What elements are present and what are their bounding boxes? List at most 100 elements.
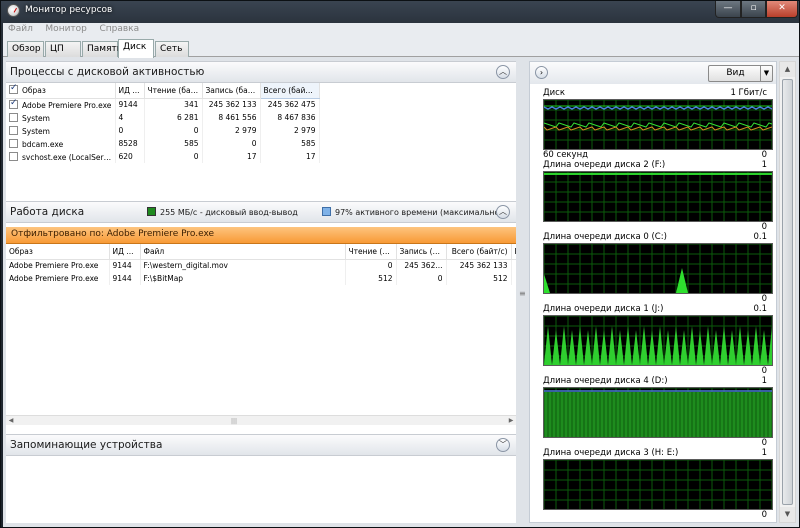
process-total-cell: 2 979	[260, 124, 320, 137]
process-read-cell: 6 281	[144, 111, 203, 124]
minimize-button[interactable]: —	[715, 1, 741, 18]
collapse-icon[interactable]: ︿	[496, 65, 510, 79]
col-priority-header[interactable]: П	[511, 244, 516, 260]
process-image-cell: bdcam.exe	[6, 137, 116, 150]
disk-activity-row[interactable]: Adobe Premiere Pro.exe 9144 F:\western_dig…	[6, 259, 516, 272]
col-read-header[interactable]: Чтение (байт...	[144, 83, 203, 99]
col-write-header[interactable]: Запись (ба...	[396, 244, 447, 260]
view-button[interactable]: Вид ▼	[708, 65, 773, 82]
process-write-cell: 2 979	[202, 124, 261, 137]
menu-file[interactable]: Файл	[3, 23, 38, 35]
graphs-toolbar: › Вид ▼	[530, 62, 776, 84]
menu-monitor[interactable]: Монитор	[40, 23, 91, 35]
active-time-legend: 97% активного времени (максимально)	[322, 207, 503, 217]
disk-read-cell: 512	[345, 272, 397, 285]
horizontal-scrollbar[interactable]: ◀ ||| ▶	[6, 415, 516, 425]
process-row[interactable]: svchost.exe (LocalServic... 620 0 17 17	[6, 150, 320, 163]
process-write-cell: 17	[202, 150, 261, 163]
col-read-header[interactable]: Чтение (бай...	[345, 244, 397, 260]
scroll-right-icon[interactable]: ▶	[506, 416, 516, 425]
maximize-button[interactable]: ▫	[741, 1, 766, 18]
graph-title: Длина очереди диска 4 (D:)	[543, 376, 668, 386]
graph-canvas	[543, 459, 773, 510]
process-checkbox[interactable]	[9, 125, 18, 135]
process-read-cell: 585	[144, 137, 203, 150]
graph-block: Длина очереди диска 1 (J:) 0.1 0	[530, 304, 776, 376]
resource-monitor-window: Монитор ресурсов — ▫ ✕ Файл Монитор Спра…	[0, 0, 800, 528]
col-write-header[interactable]: Запись (байт...	[202, 83, 261, 99]
tab-strip: Обзор ЦП Память Диск Сеть	[3, 38, 799, 58]
disk-file-cell: F:\$BitMap	[140, 272, 346, 285]
process-row[interactable]: bdcam.exe 8528 585 0 585	[6, 137, 320, 150]
col-pid-header[interactable]: ИД ...	[115, 83, 145, 99]
graph-canvas	[543, 99, 773, 150]
expand-icon[interactable]: ﹀	[496, 438, 510, 452]
disk-write-cell: 0	[396, 272, 447, 285]
panel-splitter[interactable]: ≡	[517, 61, 527, 523]
processes-section-header[interactable]: Процессы с дисковой активностью ︿	[6, 61, 516, 83]
tab-cpu[interactable]: ЦП	[45, 41, 81, 57]
graph-block: Длина очереди диска 3 (H: E:) 1 0	[530, 448, 776, 520]
disk-priority-cell	[511, 272, 516, 285]
col-image-header[interactable]: Образ	[6, 83, 116, 99]
process-total-cell: 8 467 836	[260, 111, 320, 124]
disk-activity-title: Работа диска	[10, 206, 85, 218]
disk-file-cell: F:\western_digital.mov	[140, 259, 346, 272]
disk-io-swatch	[147, 207, 156, 216]
processes-section-title: Процессы с дисковой активностью	[10, 66, 205, 78]
tab-disk[interactable]: Диск	[118, 39, 154, 58]
col-pid-header[interactable]: ИД ...	[109, 244, 141, 260]
graph-canvas	[543, 315, 773, 366]
disk-total-cell: 512	[446, 272, 512, 285]
graphs-panel: › Вид ▼ Диск 1 Гбит/с 60 секунд 0 Длина очер…	[529, 61, 777, 523]
processes-header-row: Образ ИД ... Чтение (байт... Запись (бай…	[6, 83, 320, 99]
disk-activity-section-header[interactable]: Работа диска 255 МБ/с - дисковый ввод-вы…	[6, 201, 516, 223]
scroll-down-icon[interactable]: ▼	[780, 507, 795, 522]
disk-pid-cell: 9144	[109, 272, 141, 285]
expand-panel-icon[interactable]: ›	[535, 66, 548, 79]
process-checkbox[interactable]	[9, 138, 18, 148]
disk-activity-row[interactable]: Adobe Premiere Pro.exe 9144 F:\$BitMap 512 0…	[6, 272, 516, 285]
graph-max-label: 1 Гбит/с	[730, 88, 767, 98]
disk-write-cell: 245 362...	[396, 259, 447, 272]
process-row[interactable]: System 4 6 281 8 461 556 8 467 836	[6, 111, 320, 124]
graph-title: Длина очереди диска 3 (H: E:)	[543, 448, 679, 458]
process-pid-cell: 8528	[115, 137, 145, 150]
menu-help[interactable]: Справка	[94, 23, 144, 35]
active-time-swatch	[322, 207, 331, 216]
process-row[interactable]: System 0 0 2 979 2 979	[6, 124, 320, 137]
graphs-vertical-scrollbar[interactable]: ▲ ▼	[779, 61, 796, 523]
resource-monitor-icon	[7, 4, 20, 17]
grip-icon: |||	[231, 418, 238, 425]
scroll-left-icon[interactable]: ◀	[6, 416, 16, 425]
tab-overview[interactable]: Обзор	[7, 41, 44, 57]
view-button-label: Вид	[726, 68, 745, 78]
process-checkbox[interactable]	[9, 112, 18, 122]
tab-network[interactable]: Сеть	[155, 41, 189, 57]
col-total-header[interactable]: Всего (байт/с)	[446, 244, 512, 260]
select-all-checkbox[interactable]	[9, 83, 18, 95]
graph-title: Длина очереди диска 0 (C:)	[543, 232, 667, 242]
close-button[interactable]: ✕	[766, 1, 798, 18]
graph-max-label: 0.1	[753, 304, 767, 314]
graph-title: Длина очереди диска 1 (J:)	[543, 304, 664, 314]
collapse-icon[interactable]: ︿	[496, 205, 510, 219]
disk-pid-cell: 9144	[109, 259, 141, 272]
graph-title: Длина очереди диска 2 (F:)	[543, 160, 666, 170]
col-image-header[interactable]: Образ	[6, 244, 110, 260]
scroll-up-icon[interactable]: ▲	[780, 62, 795, 77]
process-row[interactable]: Adobe Premiere Pro.exe9144341245 362 133…	[6, 98, 320, 111]
process-image-cell: Adobe Premiere Pro.exe	[6, 98, 116, 111]
storage-section-header[interactable]: Запоминающие устройства ﹀	[6, 434, 516, 456]
process-checkbox[interactable]	[9, 98, 18, 109]
disk-total-cell: 245 362 133	[446, 259, 512, 272]
graph-block: Диск 1 Гбит/с 60 секунд 0	[530, 88, 776, 160]
col-file-header[interactable]: Файл	[140, 244, 346, 260]
col-total-header[interactable]: Всего (байт/с)	[260, 83, 320, 99]
process-image-cell: svchost.exe (LocalServic...	[6, 150, 116, 163]
tab-memory[interactable]: Память	[82, 41, 122, 57]
chevron-down-icon[interactable]: ▼	[760, 66, 772, 81]
graph-canvas	[543, 171, 773, 222]
process-checkbox[interactable]	[9, 151, 18, 161]
scroll-thumb[interactable]	[782, 79, 793, 505]
